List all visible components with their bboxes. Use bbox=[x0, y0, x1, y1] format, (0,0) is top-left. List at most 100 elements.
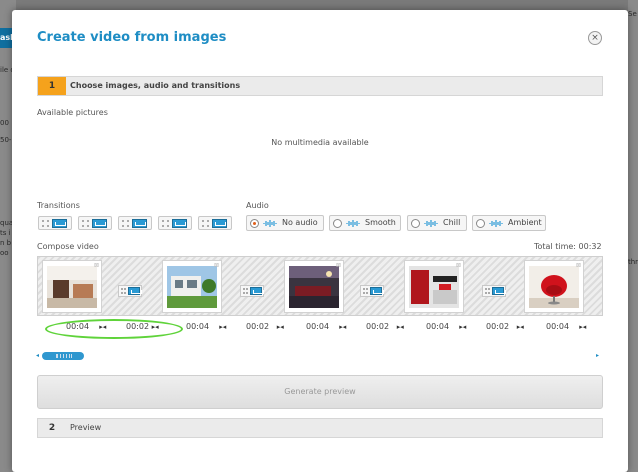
transition-option[interactable] bbox=[118, 216, 152, 230]
remove-icon[interactable]: ⊠ bbox=[456, 262, 461, 269]
drag-handle-icon bbox=[42, 220, 49, 227]
duration-marker-icon: ▸◂ bbox=[276, 323, 284, 331]
radio-icon bbox=[411, 219, 420, 228]
audio-option-label: Smooth bbox=[365, 218, 396, 227]
drag-handle-icon bbox=[122, 220, 129, 227]
duration-transition-4[interactable]: 00:02 ▸◂ bbox=[486, 322, 524, 331]
duration-marker-icon: ▸◂ bbox=[579, 323, 587, 331]
total-time-label: Total time: bbox=[534, 242, 576, 251]
timeline-scrollbar-thumb[interactable] bbox=[42, 352, 84, 360]
timeline-transition-slot[interactable] bbox=[482, 285, 506, 297]
step-1-header[interactable]: 1 Choose images, audio and transitions bbox=[37, 76, 603, 96]
generate-preview-button[interactable]: Generate preview bbox=[37, 375, 603, 409]
soundwave-icon bbox=[424, 220, 438, 227]
duration-image-4[interactable]: 00:04 ▸◂ bbox=[426, 322, 466, 331]
close-button[interactable]: × bbox=[588, 31, 602, 45]
duration-value: 00:02 bbox=[486, 322, 510, 331]
timeline-image-frame[interactable]: ⊠ bbox=[524, 260, 584, 313]
remove-icon[interactable]: ⊠ bbox=[336, 262, 341, 269]
background-right-panel: Se thro bbox=[628, 0, 638, 472]
transition-option[interactable] bbox=[38, 216, 72, 230]
transition-icon bbox=[250, 287, 264, 295]
duration-value: 00:04 bbox=[546, 322, 570, 331]
transition-icon bbox=[52, 219, 67, 228]
remove-icon[interactable]: ⊠ bbox=[576, 262, 581, 269]
radio-icon bbox=[476, 219, 485, 228]
radio-icon bbox=[333, 219, 342, 228]
radio-icon bbox=[250, 219, 259, 228]
duration-marker-icon: ▸◂ bbox=[219, 323, 227, 331]
available-pictures-label: Available pictures bbox=[37, 108, 108, 117]
house-interior-thumbnail bbox=[47, 266, 97, 308]
drag-handle-icon bbox=[202, 220, 209, 227]
drag-handle-icon bbox=[243, 288, 248, 294]
drag-handle-icon bbox=[121, 288, 126, 294]
audio-option-label: No audio bbox=[282, 218, 318, 227]
timeline-image-frame[interactable]: ⊠ bbox=[284, 260, 344, 313]
timeline-transition-slot[interactable] bbox=[118, 285, 142, 297]
duration-image-2[interactable]: 00:04 ▸◂ bbox=[186, 322, 226, 331]
drag-handle-icon bbox=[82, 220, 89, 227]
soundwave-icon bbox=[263, 220, 277, 227]
timeline-image-frame[interactable]: ⊠ bbox=[404, 260, 464, 313]
scroll-right-arrow-icon[interactable]: ▸ bbox=[596, 352, 599, 359]
total-time-value: 00:32 bbox=[578, 242, 602, 251]
duration-image-3[interactable]: 00:04 ▸◂ bbox=[306, 322, 346, 331]
transition-icon bbox=[92, 219, 107, 228]
transition-option[interactable] bbox=[158, 216, 192, 230]
duration-value: 00:04 bbox=[306, 322, 330, 331]
duration-marker-icon: ▸◂ bbox=[339, 323, 347, 331]
dialog-title: Create video from images bbox=[37, 30, 227, 45]
red-chair-thumbnail bbox=[529, 266, 579, 308]
drag-handle-icon bbox=[162, 220, 169, 227]
scroll-left-arrow-icon[interactable]: ◂ bbox=[36, 352, 39, 359]
empty-media-message: No multimedia available bbox=[271, 138, 369, 147]
step-label: Preview bbox=[70, 423, 102, 432]
living-room-thumbnail bbox=[289, 266, 339, 308]
drag-handle-icon bbox=[485, 288, 490, 294]
duration-value: 00:02 bbox=[246, 322, 270, 331]
step-2-header[interactable]: 2 Preview bbox=[37, 418, 603, 438]
compose-timeline[interactable]: ⊠ ⊠ ⊠ ⊠ ⊠ bbox=[37, 256, 603, 316]
transition-icon bbox=[128, 287, 142, 295]
duration-marker-icon: ▸◂ bbox=[459, 323, 467, 331]
transition-icon bbox=[212, 219, 227, 228]
transitions-label: Transitions bbox=[37, 201, 80, 210]
step-number: 1 bbox=[38, 77, 66, 95]
transition-icon bbox=[370, 287, 384, 295]
audio-option-ambient[interactable]: Ambient bbox=[472, 215, 546, 231]
duration-marker-icon: ▸◂ bbox=[396, 323, 404, 331]
highlight-ellipse bbox=[45, 319, 183, 339]
timeline-transition-slot[interactable] bbox=[240, 285, 264, 297]
timeline-transition-slot[interactable] bbox=[360, 285, 384, 297]
step-number: 2 bbox=[48, 423, 56, 433]
duration-marker-icon: ▸◂ bbox=[516, 323, 524, 331]
audio-option-label: Chill bbox=[443, 218, 461, 227]
soundwave-icon bbox=[346, 220, 360, 227]
timeline-image-frame[interactable]: ⊠ bbox=[42, 260, 102, 313]
transition-icon bbox=[172, 219, 187, 228]
audio-option-chill[interactable]: Chill bbox=[407, 215, 467, 231]
transition-icon bbox=[132, 219, 147, 228]
compose-video-label: Compose video bbox=[37, 242, 99, 251]
transition-icon bbox=[492, 287, 506, 295]
audio-option-no-audio[interactable]: No audio bbox=[246, 215, 324, 231]
kitchen-thumbnail bbox=[409, 266, 459, 308]
transition-option[interactable] bbox=[78, 216, 112, 230]
soundwave-icon bbox=[489, 220, 503, 227]
duration-image-5[interactable]: 00:04 ▸◂ bbox=[546, 322, 586, 331]
duration-transition-3[interactable]: 00:02 ▸◂ bbox=[366, 322, 404, 331]
audio-option-label: Ambient bbox=[508, 218, 542, 227]
create-video-dialog: Create video from images × 1 Choose imag… bbox=[12, 10, 628, 472]
duration-value: 00:02 bbox=[366, 322, 390, 331]
house-exterior-thumbnail bbox=[167, 266, 217, 308]
transition-option[interactable] bbox=[198, 216, 232, 230]
remove-icon[interactable]: ⊠ bbox=[214, 262, 219, 269]
duration-transition-2[interactable]: 00:02 ▸◂ bbox=[246, 322, 284, 331]
background-text: thro bbox=[628, 258, 638, 266]
total-time: Total time: 00:32 bbox=[534, 242, 602, 251]
audio-option-smooth[interactable]: Smooth bbox=[329, 215, 401, 231]
duration-value: 00:04 bbox=[186, 322, 210, 331]
timeline-image-frame[interactable]: ⊠ bbox=[162, 260, 222, 313]
remove-icon[interactable]: ⊠ bbox=[94, 262, 99, 269]
